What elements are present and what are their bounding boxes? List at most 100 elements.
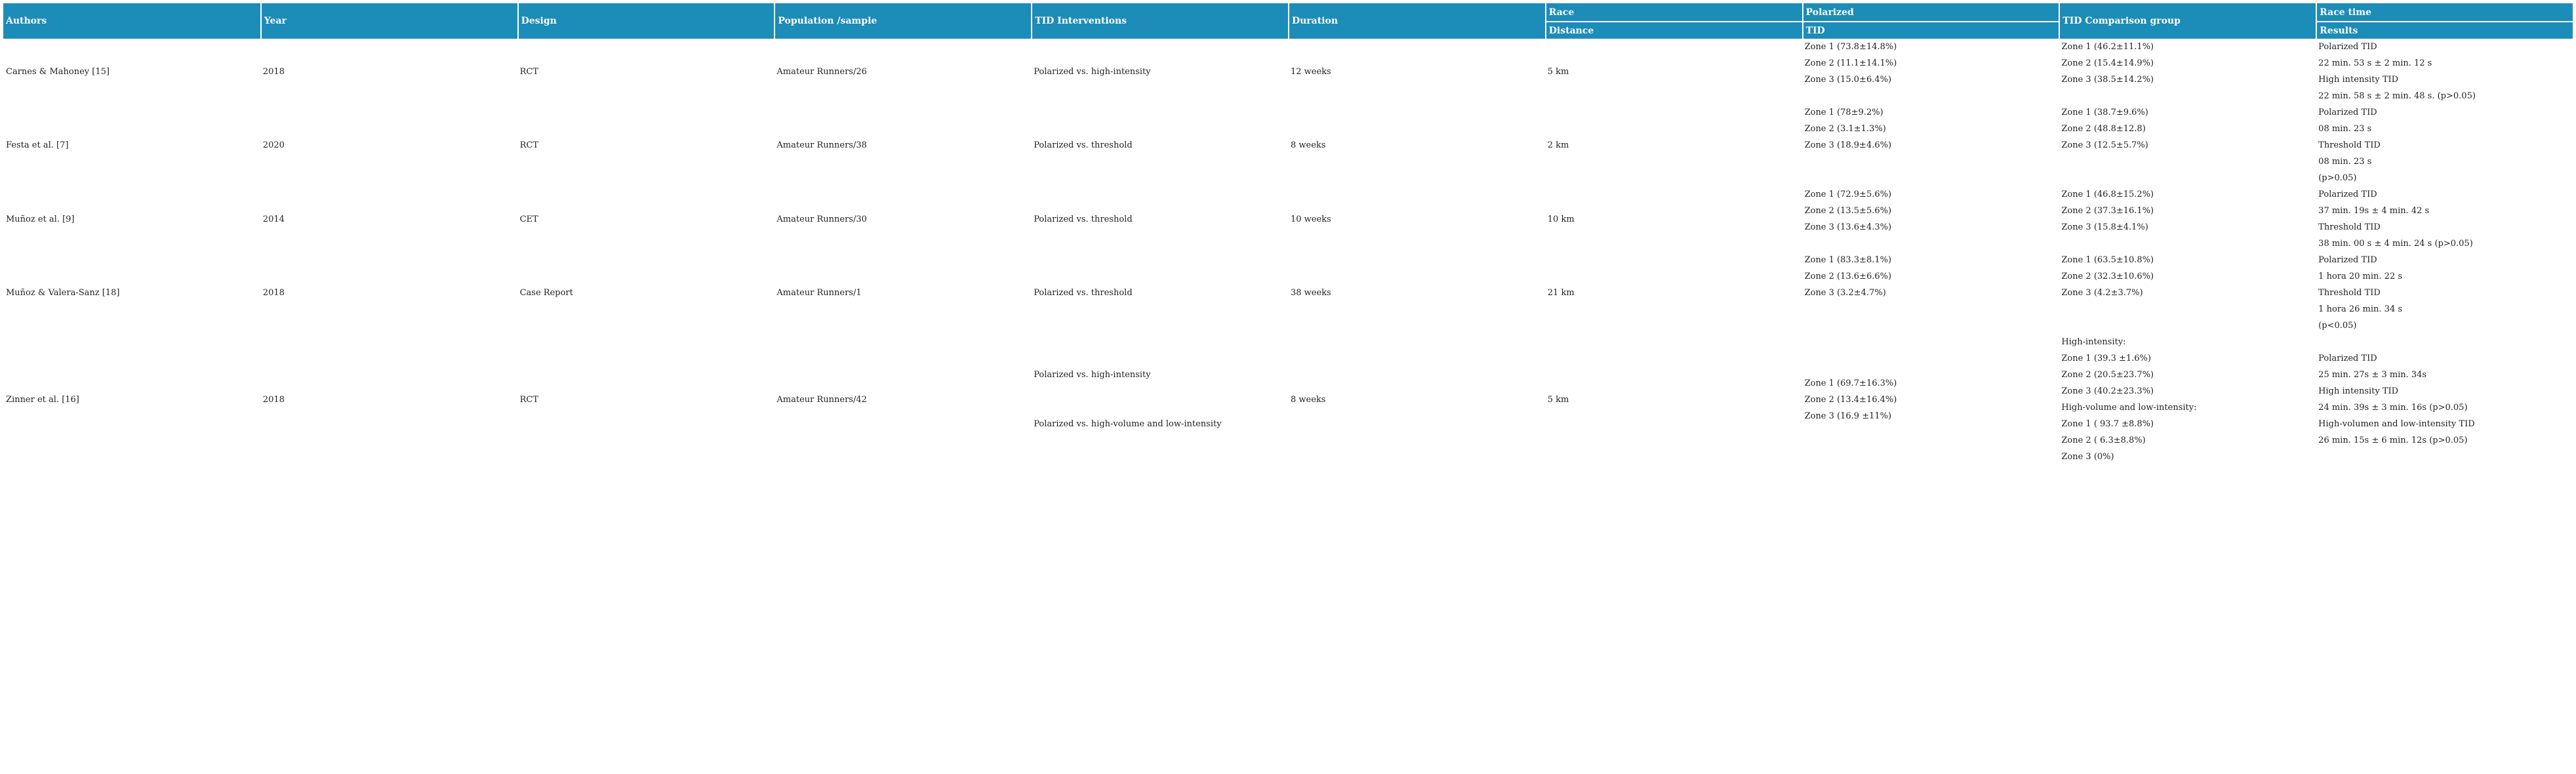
cell-year: 2018 (262, 394, 285, 405)
tid-line: Zone 3 (16.9 ±11%) (1804, 411, 1892, 421)
cell-intervention: Polarized vs. high-intensity (1034, 66, 1151, 77)
cell-year: 2014 (262, 214, 285, 224)
result-line: 22 min. 58 s ± 2 min. 48 s. (p>0.05) (2318, 91, 2476, 101)
table-body: Carnes & Mahoney [15] 2018 RCT Amateur R… (3, 39, 2573, 465)
header-tid-interventions: TID Interventions (1031, 3, 1288, 39)
header-authors: Authors (3, 3, 260, 39)
cell-intervention: Polarized vs. threshold (1034, 288, 1133, 298)
tid-line: Zone 3 (15.0±6.4%) (1804, 75, 1892, 85)
table-header: Authors Year Design Population /sample T… (3, 3, 2573, 39)
cell-population: Amateur Runners/30 (776, 214, 867, 224)
tid-line: Zone 1 (39.3 ±1.6%) (2061, 354, 2151, 363)
cell-population: Amateur Runners/38 (776, 140, 867, 150)
tid-line: High-intensity: (2061, 337, 2126, 347)
cell-authors: Muñoz & Valera-Sanz [18] (6, 288, 120, 298)
result-line: 1 hora 20 min. 22 s (2318, 272, 2403, 281)
result-line: 08 min. 23 s (2318, 124, 2372, 134)
header-population: Population /sample (774, 3, 1032, 39)
result-line: High intensity TID (2318, 386, 2399, 396)
cell-intervention: Polarized vs. high-intensity Polarized v… (1031, 334, 1288, 465)
cell-duration: 10 weeks (1290, 214, 1331, 224)
table-row: Zinner et al. [16] 2018 RCT Amateur Runn… (3, 334, 2573, 465)
tid-line: Zone 2 ( 6.3±8.8%) (2061, 436, 2146, 445)
cell-results: Polarized TID 25 min. 27s ± 3 min. 34s H… (2316, 334, 2573, 465)
cell-year: 2018 (262, 66, 285, 77)
tid-line: Zone 3 (3.2±4.7%) (1804, 288, 1886, 298)
tid-line: Zone 1 (38.7±9.6%) (2061, 108, 2148, 117)
header-race-time: Race time (2316, 3, 2573, 21)
tid-line: Zone 2 (20.5±23.7%) (2061, 370, 2154, 380)
header-tid: TID (1801, 21, 2059, 39)
cell-distance: 5 km (1547, 66, 1569, 77)
header-year: Year (260, 3, 517, 39)
cell-design: Case Report (519, 288, 573, 298)
tid-line: Zone 2 (13.4±16.4%) (1804, 394, 1897, 405)
cell-duration: 8 weeks (1290, 140, 1326, 150)
cell-population: Amateur Runners/1 (776, 288, 862, 298)
tid-line: Zone 1 (69.7±16.3%) (1804, 378, 1897, 388)
tid-line: Zone 2 (32.3±10.6%) (2061, 272, 2154, 281)
cell-duration: 12 weeks (1290, 66, 1331, 77)
cell-intervention: Polarized vs. threshold (1034, 214, 1133, 224)
tid-line: Zone 1 (83.3±8.1%) (1804, 255, 1892, 265)
tid-line: Zone 3 (0%) (2061, 452, 2114, 462)
cell-comparison-tid: High-intensity: Zone 1 (39.3 ±1.6%) Zone… (2059, 334, 2316, 465)
result-line: 38 min. 00 s ± 4 min. 24 s (p>0.05) (2318, 239, 2473, 249)
result-line: Threshold TID (2318, 222, 2381, 232)
cell-comparison-tid: Zone 1 (63.5±10.8%) Zone 2 (32.3±10.6%) … (2059, 252, 2316, 334)
tid-line: Zone 3 (4.2±3.7%) (2061, 288, 2143, 298)
result-line: 26 min. 15s ± 6 min. 12s (p>0.05) (2318, 436, 2468, 445)
tid-line: Zone 1 (63.5±10.8%) (2061, 255, 2154, 265)
cell-polarized-tid: Zone 1 (73.8±14.8%) Zone 2 (11.1±14.1%) … (1802, 39, 2059, 104)
header-duration: Duration (1287, 3, 1545, 39)
cell-intervention: Polarized vs. threshold (1034, 140, 1133, 150)
cell-design: RCT (519, 394, 538, 405)
table-row: Carnes & Mahoney [15] 2018 RCT Amateur R… (3, 39, 2573, 104)
tid-line: Zone 2 (15.4±14.9%) (2061, 58, 2154, 68)
intervention-line: Polarized vs. high-volume and low-intens… (1034, 419, 1222, 429)
header-results: Results (2316, 21, 2573, 39)
cell-distance: 5 km (1547, 394, 1569, 405)
header-polarized: Polarized (1801, 3, 2059, 21)
tid-line: Zone 2 (13.5±5.6%) (1804, 206, 1892, 216)
tid-line: Zone 1 (46.2±11.1%) (2061, 42, 2154, 52)
tid-line: Zone 2 (11.1±14.1%) (1804, 58, 1897, 68)
tid-line: Zone 2 (13.6±6.6%) (1804, 272, 1892, 281)
result-line: Polarized TID (2318, 190, 2377, 199)
cell-authors: Festa et al. [7] (6, 140, 69, 150)
cell-authors: Zinner et al. [16] (6, 394, 79, 405)
studies-table: Authors Year Design Population /sample T… (3, 3, 2573, 465)
table-row: Festa et al. [7] 2020 RCT Amateur Runner… (3, 104, 2573, 186)
cell-distance: 21 km (1547, 288, 1575, 298)
cell-polarized-tid: Zone 1 (69.7±16.3%) Zone 2 (13.4±16.4%) … (1802, 334, 2059, 465)
cell-comparison-tid: Zone 1 (46.8±15.2%) Zone 2 (37.3±16.1%) … (2059, 186, 2316, 252)
result-line: 37 min. 19s ± 4 min. 42 s (2318, 206, 2430, 216)
cell-comparison-tid: Zone 1 (38.7±9.6%) Zone 2 (48.8±12.8) Zo… (2059, 104, 2316, 186)
cell-authors: Muñoz et al. [9] (6, 214, 75, 224)
result-line: (p>0.05) (2318, 173, 2357, 183)
studies-table-container: Authors Year Design Population /sample T… (3, 3, 2573, 465)
cell-year: 2020 (262, 140, 285, 150)
cell-authors: Carnes & Mahoney [15] (6, 66, 110, 77)
tid-line: Zone 1 (73.8±14.8%) (1804, 42, 1897, 52)
tid-line: Zone 3 (15.8±4.1%) (2061, 222, 2148, 232)
header-race: Race (1544, 3, 1802, 21)
table-row: Muñoz et al. [9] 2014 CET Amateur Runner… (3, 186, 2573, 252)
result-line: 1 hora 26 min. 34 s (2318, 304, 2403, 314)
tid-line: Zone 1 (72.9±5.6%) (1804, 190, 1892, 199)
tid-line: Zone 3 (18.9±4.6%) (1804, 140, 1892, 150)
result-line: Polarized TID (2318, 354, 2377, 363)
result-line: 22 min. 53 s ± 2 min. 12 s (2318, 58, 2432, 68)
cell-polarized-tid: Zone 1 (83.3±8.1%) Zone 2 (13.6±6.6%) Zo… (1802, 252, 2059, 334)
cell-results: Polarized TID 1 hora 20 min. 22 s Thresh… (2316, 252, 2573, 334)
cell-distance: 2 km (1547, 140, 1569, 150)
tid-line: Zone 1 (46.8±15.2%) (2061, 190, 2154, 199)
cell-design: CET (519, 214, 538, 224)
tid-line: High-volume and low-intensity: (2061, 403, 2197, 413)
result-line: 08 min. 23 s (2318, 157, 2372, 167)
tid-line: Zone 1 (78±9.2%) (1804, 108, 1883, 117)
cell-population: Amateur Runners/42 (776, 394, 867, 405)
cell-design: RCT (519, 140, 538, 150)
cell-results: Polarized TID 22 min. 53 s ± 2 min. 12 s… (2316, 39, 2573, 104)
result-line: 24 min. 39s ± 3 min. 16s (p>0.05) (2318, 403, 2468, 413)
